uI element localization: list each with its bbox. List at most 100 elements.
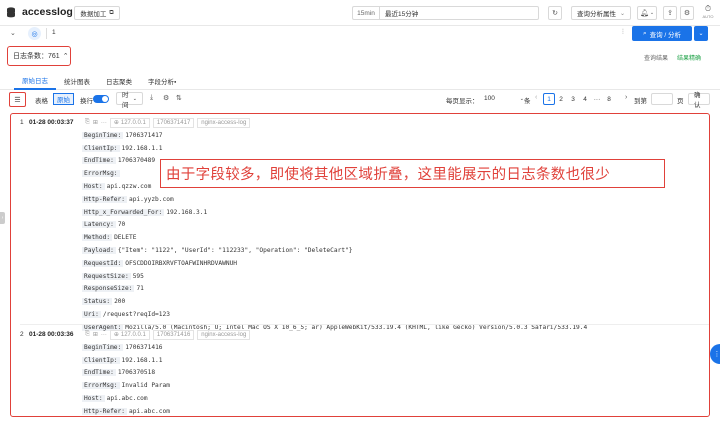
time-range-picker[interactable]: 最近15分钟 <box>379 6 539 20</box>
field-value[interactable]: 192.168.1.1 <box>122 357 163 364</box>
copy-icon[interactable]: ⎘ <box>85 331 90 338</box>
settings-gear-icon[interactable]: ⚙ <box>163 94 169 102</box>
search-analyze-button[interactable]: ⌕ 查询 / 分析 <box>632 26 692 41</box>
settings-gear-icon[interactable]: ⚙ <box>680 6 694 20</box>
log-field-row: Http-Refer: api.yyzb.com <box>82 193 587 206</box>
log-entry-2: 2 01-28 00:03:36 ⎘ ⊞ ··· ⊕ 127.0.0.1 1706… <box>20 324 709 416</box>
page-ellipsis[interactable]: ··· <box>591 93 603 105</box>
share-icon[interactable]: ⇪ <box>663 6 677 20</box>
field-value[interactable]: /request?reqId=123 <box>103 311 170 318</box>
page-3[interactable]: 3 <box>567 93 579 105</box>
field-value[interactable]: 1706371417 <box>125 132 162 139</box>
field-key[interactable]: Host: <box>82 183 105 191</box>
field-key[interactable]: Http_x_Forwarded_For: <box>82 208 165 216</box>
field-value[interactable]: DELETE <box>114 234 136 241</box>
download-icon[interactable]: ⤓ <box>150 94 153 102</box>
collapse-chevron-icon[interactable]: ⌄ <box>10 29 16 37</box>
field-key[interactable]: Http-Refer: <box>82 195 127 203</box>
field-value[interactable]: 1706370518 <box>118 369 155 376</box>
raw-view-option[interactable]: 原始 <box>53 93 74 105</box>
field-list-toggle-icon[interactable]: ☰ <box>9 92 26 107</box>
field-key[interactable]: RequestId: <box>82 259 124 267</box>
field-key[interactable]: Latency: <box>82 221 116 229</box>
field-key[interactable]: Payload: <box>82 247 116 255</box>
time-sort-select[interactable]: 时间 ⌄ <box>116 92 143 109</box>
copy-icon[interactable]: ⎘ <box>85 119 90 126</box>
field-key[interactable]: ClientIp: <box>82 356 120 364</box>
field-value[interactable]: api.abc.com <box>129 408 170 415</box>
data-process-button[interactable]: 数据加工 ⧉ <box>74 6 120 20</box>
field-value[interactable]: Invalid Param <box>122 382 170 389</box>
tab-charts[interactable]: 统计图表 <box>56 72 98 90</box>
json-icon[interactable]: ⊞ <box>93 331 98 338</box>
field-key[interactable]: Http-Refer: <box>82 407 127 415</box>
field-key[interactable]: ErrorMsg: <box>82 170 120 178</box>
page-2[interactable]: 2 <box>555 93 567 105</box>
pagination: 1 2 3 4 ··· 8 <box>543 93 615 105</box>
refresh-icon[interactable]: ↻ <box>548 6 562 20</box>
wrap-toggle[interactable] <box>93 95 109 103</box>
data-process-label: 数据加工 <box>80 11 107 18</box>
field-key[interactable]: ClientIp: <box>82 144 120 152</box>
confirm-button[interactable]: 确认 <box>688 92 710 109</box>
field-value[interactable]: 70 <box>118 221 125 228</box>
json-icon[interactable]: ⊞ <box>93 119 98 126</box>
field-key[interactable]: ErrorMsg: <box>82 382 120 390</box>
field-value[interactable]: 200 <box>114 298 125 305</box>
table-view-option[interactable]: 表格 <box>35 95 48 105</box>
time-unit-select[interactable]: 15min <box>352 6 379 20</box>
page-8[interactable]: 8 <box>603 93 615 105</box>
field-key[interactable]: Method: <box>82 234 113 242</box>
field-value[interactable]: 595 <box>133 273 144 280</box>
source-ip: 127.0.0.1 <box>120 331 146 338</box>
log-count-toggle[interactable]: 日志条数：761 ⌃ <box>7 46 71 66</box>
field-key[interactable]: EndTime: <box>82 369 116 377</box>
field-value[interactable]: {"Item": "1122", "UserId": "112233", "Op… <box>118 247 353 254</box>
tab-raw-logs[interactable]: 原始日志 <box>14 72 56 90</box>
assistant-float-icon[interactable]: ⋮ <box>710 344 720 364</box>
field-value[interactable]: 1706371416 <box>125 344 162 351</box>
field-key[interactable]: RequestSize: <box>82 272 131 280</box>
search-mode-icon[interactable]: ◎ <box>28 27 41 40</box>
field-key[interactable]: ResponseSize: <box>82 285 135 293</box>
field-key[interactable]: BeginTime: <box>82 131 124 139</box>
field-key[interactable]: BeginTime: <box>82 343 124 351</box>
tab-field-analysis[interactable]: 字段分析 ● <box>140 72 184 90</box>
alert-bell-icon[interactable]: 🔔︎ ⌄ <box>637 6 657 20</box>
field-value[interactable]: api.yyzb.com <box>129 196 174 203</box>
field-key[interactable]: Host: <box>82 395 105 403</box>
more-icon[interactable]: ··· <box>101 120 107 126</box>
field-key[interactable]: EndTime: <box>82 157 116 165</box>
tab-log-cluster[interactable]: 日志聚类 <box>98 72 140 90</box>
field-key[interactable]: Status: <box>82 298 113 306</box>
view-tabs: 原始日志 统计图表 日志聚类 字段分析 ● <box>0 72 720 90</box>
sort-icon[interactable]: ⇅ <box>176 94 182 102</box>
page-1[interactable]: 1 <box>543 93 555 105</box>
next-page-icon[interactable]: › <box>625 94 627 101</box>
field-value[interactable]: api.abc.com <box>107 395 148 402</box>
query-attr-select[interactable]: 查询分析属性 ⌄ <box>571 6 631 20</box>
field-key[interactable]: Uri: <box>82 311 101 319</box>
goto-page-input[interactable] <box>651 93 673 105</box>
left-expand-handle[interactable]: › <box>0 212 5 224</box>
page-size-select[interactable]: 100 ⌄ <box>484 92 524 105</box>
result-exact-link[interactable]: 结果精确 <box>677 53 701 62</box>
prev-page-icon[interactable]: ‹ <box>535 94 537 101</box>
search-dropdown-icon[interactable]: ⌄ <box>694 26 708 41</box>
field-value[interactable]: 192.168.3.1 <box>166 209 207 216</box>
log-field-row: Uri:/request?reqId=123 <box>82 308 587 321</box>
field-value[interactable]: 192.168.1.1 <box>122 145 163 152</box>
query-input[interactable] <box>60 26 620 42</box>
field-value[interactable]: OFSCDDOIRBXRVFTOAFWINHRDVAWNUH <box>125 260 237 267</box>
field-value[interactable]: 71 <box>136 285 143 292</box>
field-value[interactable]: api.qzzw.com <box>107 183 152 190</box>
page-4[interactable]: 4 <box>579 93 591 105</box>
source-tag: nginx-access-log <box>197 329 251 340</box>
auto-refresh-toggle[interactable]: ⏱ AUTO <box>699 4 717 22</box>
chevron-down-icon: ⌄ <box>132 95 137 102</box>
query-result-link[interactable]: 查询结果 <box>644 53 668 62</box>
ip-icon: ⊕ <box>113 332 119 338</box>
field-value[interactable]: 1706370489 <box>118 157 155 164</box>
query-options-icon[interactable]: ⫶ <box>622 29 624 37</box>
more-icon[interactable]: ··· <box>101 332 107 338</box>
